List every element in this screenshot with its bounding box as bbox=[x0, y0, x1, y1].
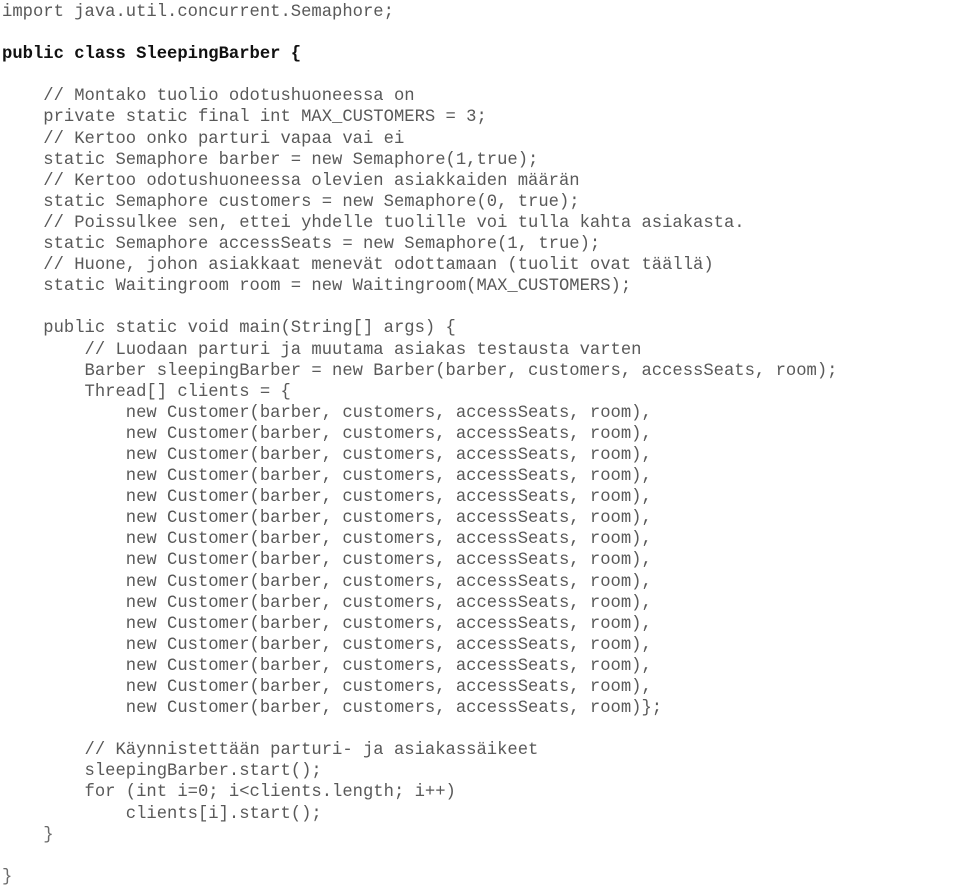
code-line: new Customer(barber, customers, accessSe… bbox=[2, 656, 652, 676]
code-line: static Semaphore barber = new Semaphore(… bbox=[2, 150, 539, 170]
code-line: new Customer(barber, customers, accessSe… bbox=[2, 699, 663, 719]
code-line: Barber sleepingBarber = new Barber(barbe… bbox=[2, 361, 838, 381]
code-line: new Customer(barber, customers, accessSe… bbox=[2, 614, 652, 634]
code-line: // Montako tuolio odotushuoneessa on bbox=[2, 87, 415, 107]
code-line: // Huone, johon asiakkaat menevät odotta… bbox=[2, 256, 714, 276]
code-line: // Poissulkee sen, ettei yhdelle tuolill… bbox=[2, 213, 745, 233]
code-line: // Luodaan parturi ja muutama asiakas te… bbox=[2, 340, 642, 360]
code-line: new Customer(barber, customers, accessSe… bbox=[2, 572, 652, 592]
code-line: new Customer(barber, customers, accessSe… bbox=[2, 530, 652, 550]
code-line: new Customer(barber, customers, accessSe… bbox=[2, 678, 652, 697]
code-line: new Customer(barber, customers, accessSe… bbox=[2, 445, 652, 465]
code-line: import java.util.concurrent.Semaphore; bbox=[2, 3, 394, 22]
code-line: new Customer(barber, customers, accessSe… bbox=[2, 467, 652, 487]
code-line: public static void main(String[] args) { bbox=[2, 319, 456, 339]
code-line: Thread[] clients = { bbox=[2, 382, 291, 402]
code-line: private static final int MAX_CUSTOMERS =… bbox=[2, 108, 487, 128]
code-line: new Customer(barber, customers, accessSe… bbox=[2, 593, 652, 613]
code-listing: import java.util.concurrent.Semaphore; pu… bbox=[0, 0, 960, 887]
code-line: } bbox=[2, 867, 13, 887]
code-line: static Semaphore accessSeats = new Semap… bbox=[2, 235, 601, 255]
code-line: clients[i].start(); bbox=[2, 804, 322, 824]
code-line: // Kertoo onko parturi vapaa vai ei bbox=[2, 129, 405, 149]
code-line: // Kertoo odotushuoneessa olevien asiakk… bbox=[2, 171, 580, 191]
code-line: } bbox=[2, 825, 54, 845]
code-line: new Customer(barber, customers, accessSe… bbox=[2, 551, 652, 571]
code-line: public class SleepingBarber { bbox=[2, 45, 302, 65]
code-line: new Customer(barber, customers, accessSe… bbox=[2, 488, 652, 508]
code-line: new Customer(barber, customers, accessSe… bbox=[2, 509, 652, 529]
code-line: new Customer(barber, customers, accessSe… bbox=[2, 403, 652, 423]
code-line: static Waitingroom room = new Waitingroo… bbox=[2, 277, 632, 297]
code-line: sleepingBarber.start(); bbox=[2, 762, 322, 782]
code-line: new Customer(barber, customers, accessSe… bbox=[2, 424, 652, 444]
code-line: static Semaphore customers = new Semapho… bbox=[2, 192, 580, 212]
code-line: for (int i=0; i<clients.length; i++) bbox=[2, 783, 456, 803]
code-line: new Customer(barber, customers, accessSe… bbox=[2, 635, 652, 655]
code-line: // Käynnistettään parturi- ja asiakassäi… bbox=[2, 741, 539, 761]
